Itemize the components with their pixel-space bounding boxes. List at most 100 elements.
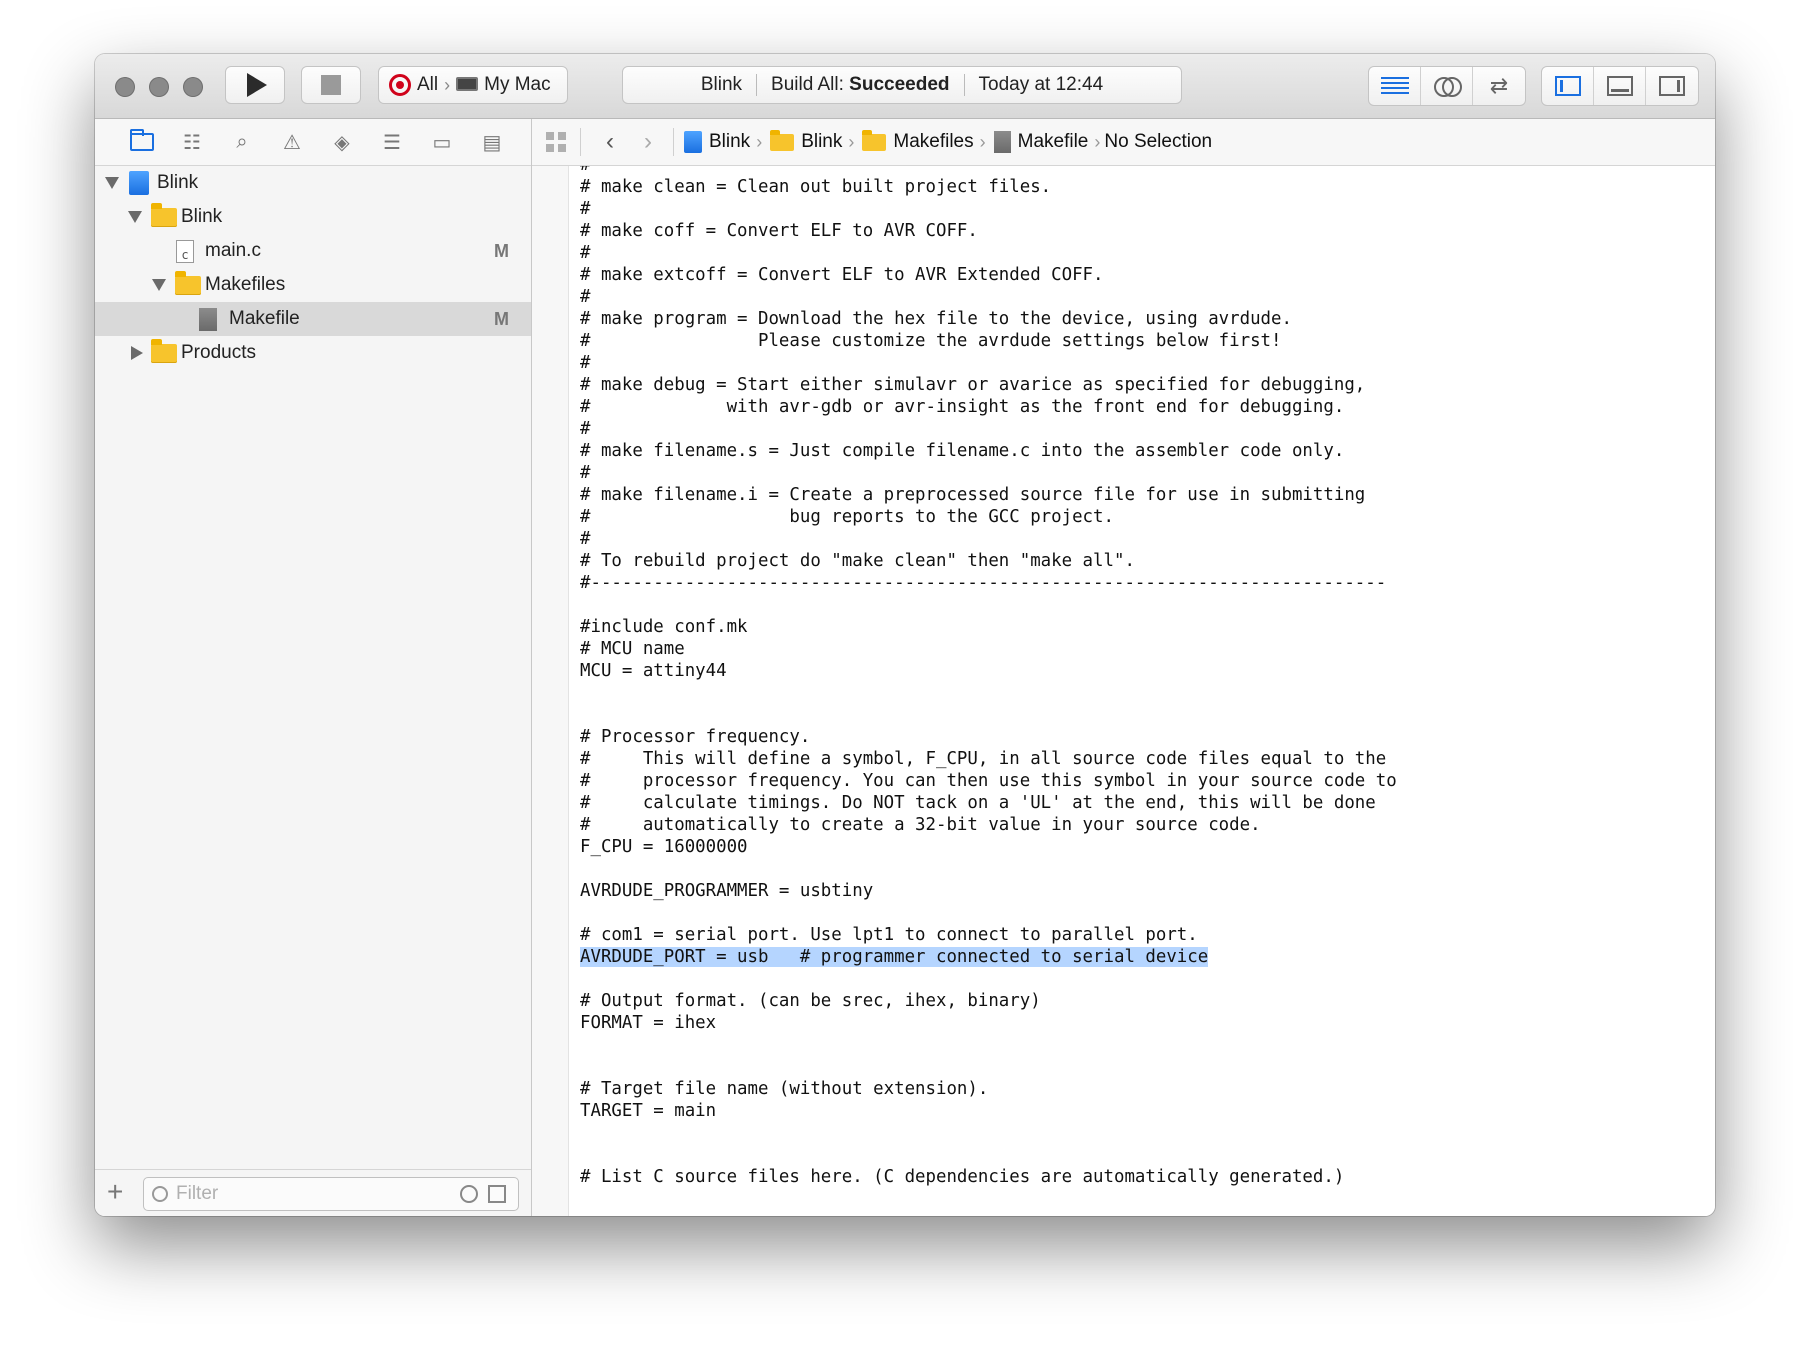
xcode-window: All › My Mac Blink Build All: Succeeded … [95,54,1715,1216]
toggle-utilities-button[interactable] [1646,67,1698,105]
issue-navigator-tab[interactable]: ⚠ [267,119,317,165]
toggle-navigator-button[interactable] [1542,67,1594,105]
code-line[interactable]: # make clean = Clean out built project f… [580,176,1397,198]
crumb-selection[interactable]: No Selection [1104,131,1212,153]
code-line[interactable]: # [580,528,1397,550]
test-navigator-tab[interactable]: ◈ [317,119,367,165]
breakpoint-navigator-tab[interactable]: ▭ [417,119,467,165]
zoom-window-button[interactable] [183,77,203,97]
code-line[interactable]: # List C source files here. (C dependenc… [580,1166,1397,1188]
code-line[interactable]: # make filename.s = Just compile filenam… [580,440,1397,462]
forward-button[interactable]: › [629,128,667,156]
related-items-icon[interactable] [546,132,566,152]
code-line[interactable]: MCU = attiny44 [580,660,1397,682]
code-line[interactable]: # automatically to create a 32-bit value… [580,814,1397,836]
code-line[interactable]: # bug reports to the GCC project. [580,506,1397,528]
source-editor[interactable]: ## make clean = Clean out built project … [532,166,1715,1216]
symbol-navigator-tab[interactable]: ☷ [167,119,217,165]
code-line[interactable]: # Output format. (can be srec, ihex, bin… [580,990,1397,1012]
code-line[interactable]: # calculate timings. Do NOT tack on a 'U… [580,792,1397,814]
code-line[interactable]: # [580,242,1397,264]
editor-gutter[interactable] [532,166,569,1216]
report-navigator-tab[interactable]: ▤ [467,119,517,165]
code-line[interactable]: # This will define a symbol, F_CPU, in a… [580,748,1397,770]
crumb-project[interactable]: Blink [684,131,750,153]
code-line[interactable]: # To rebuild project do "make clean" the… [580,550,1397,572]
code-line-text: # [580,419,591,439]
filter-input[interactable] [174,1182,438,1206]
code-line[interactable]: AVRDUDE_PORT = usb # programmer connecte… [580,946,1397,968]
code-line[interactable] [580,902,1397,924]
code-line[interactable]: # make extcoff = Convert ELF to AVR Exte… [580,264,1397,286]
code-line[interactable]: # with avr-gdb or avr-insight as the fro… [580,396,1397,418]
tree-item-products[interactable]: Products [95,336,531,370]
standard-editor-icon [1380,77,1409,95]
code-text[interactable]: ## make clean = Clean out built project … [580,166,1397,1188]
code-line[interactable]: F_CPU = 16000000 [580,836,1397,858]
code-line[interactable]: # [580,462,1397,484]
code-line[interactable]: # Target file name (without extension). [580,1078,1397,1100]
scheme-selector[interactable]: All › My Mac [378,66,568,104]
status-project: Blink [700,74,743,95]
crumb-group[interactable]: Blink [770,129,842,153]
code-line[interactable] [580,968,1397,990]
back-button[interactable]: ‹ [591,128,629,156]
tree-item-makefiles[interactable]: Makefiles [95,268,531,302]
code-line[interactable]: FORMAT = ihex [580,1012,1397,1034]
code-line[interactable]: # [580,418,1397,440]
code-line[interactable] [580,594,1397,616]
tree-item-group-blink[interactable]: Blink [95,200,531,234]
code-line[interactable]: # [580,352,1397,374]
run-button[interactable] [225,66,285,104]
code-line[interactable]: # MCU name [580,638,1397,660]
disclosure-open-icon[interactable] [152,279,166,291]
disclosure-open-icon[interactable] [105,177,119,189]
code-line[interactable]: # make filename.i = Create a preprocesse… [580,484,1397,506]
code-line[interactable]: TARGET = main [580,1100,1397,1122]
code-line[interactable] [580,858,1397,880]
code-line[interactable]: # Please customize the avrdude settings … [580,330,1397,352]
code-line[interactable] [580,1056,1397,1078]
close-window-button[interactable] [115,77,135,97]
standard-editor-button[interactable] [1369,67,1421,105]
find-navigator-tab[interactable]: ⌕ [217,119,267,165]
tree-item-project[interactable]: Blink [95,166,531,200]
code-line[interactable]: # [580,166,1397,176]
code-line[interactable] [580,1122,1397,1144]
code-line[interactable]: # com1 = serial port. Use lpt1 to connec… [580,924,1397,946]
target-icon [389,74,411,96]
code-line[interactable]: #---------------------------------------… [580,572,1397,594]
code-line[interactable]: #include conf.mk [580,616,1397,638]
stop-icon [321,75,341,95]
toggle-debug-area-button[interactable] [1594,67,1646,105]
tree-item-main-c[interactable]: c main.c M [95,234,531,268]
disclosure-closed-icon[interactable] [131,346,143,360]
code-line[interactable] [580,682,1397,704]
code-line[interactable]: # make debug = Start either simulavr or … [580,374,1397,396]
code-line[interactable]: # make program = Download the hex file t… [580,308,1397,330]
version-editor-button[interactable]: ⇄ [1473,67,1525,105]
tree-item-makefile[interactable]: Makefile M [95,302,531,336]
add-icon[interactable]: + [107,1176,123,1208]
recent-files-icon[interactable] [460,1185,478,1203]
code-line[interactable] [580,1144,1397,1166]
assistant-editor-button[interactable] [1421,67,1473,105]
code-line[interactable]: # Processor frequency. [580,726,1397,748]
crumb-file[interactable]: Makefile [993,131,1088,153]
code-line[interactable] [580,1034,1397,1056]
project-navigator-tab[interactable] [117,119,167,165]
code-line[interactable] [580,704,1397,726]
crumb-makefiles[interactable]: Makefiles [862,129,974,153]
stop-button[interactable] [301,66,361,104]
code-line[interactable]: # processor frequency. You can then use … [580,770,1397,792]
editor-mode-control: ⇄ [1368,66,1526,106]
code-line[interactable]: # make coff = Convert ELF to AVR COFF. [580,220,1397,242]
disclosure-open-icon[interactable] [128,211,142,223]
code-line[interactable]: # [580,286,1397,308]
code-line[interactable]: # [580,198,1397,220]
scm-filter-icon[interactable] [488,1185,506,1203]
minimize-window-button[interactable] [149,77,169,97]
code-line[interactable]: AVRDUDE_PROGRAMMER = usbtiny [580,880,1397,902]
debug-navigator-tab[interactable]: ☰ [367,119,417,165]
